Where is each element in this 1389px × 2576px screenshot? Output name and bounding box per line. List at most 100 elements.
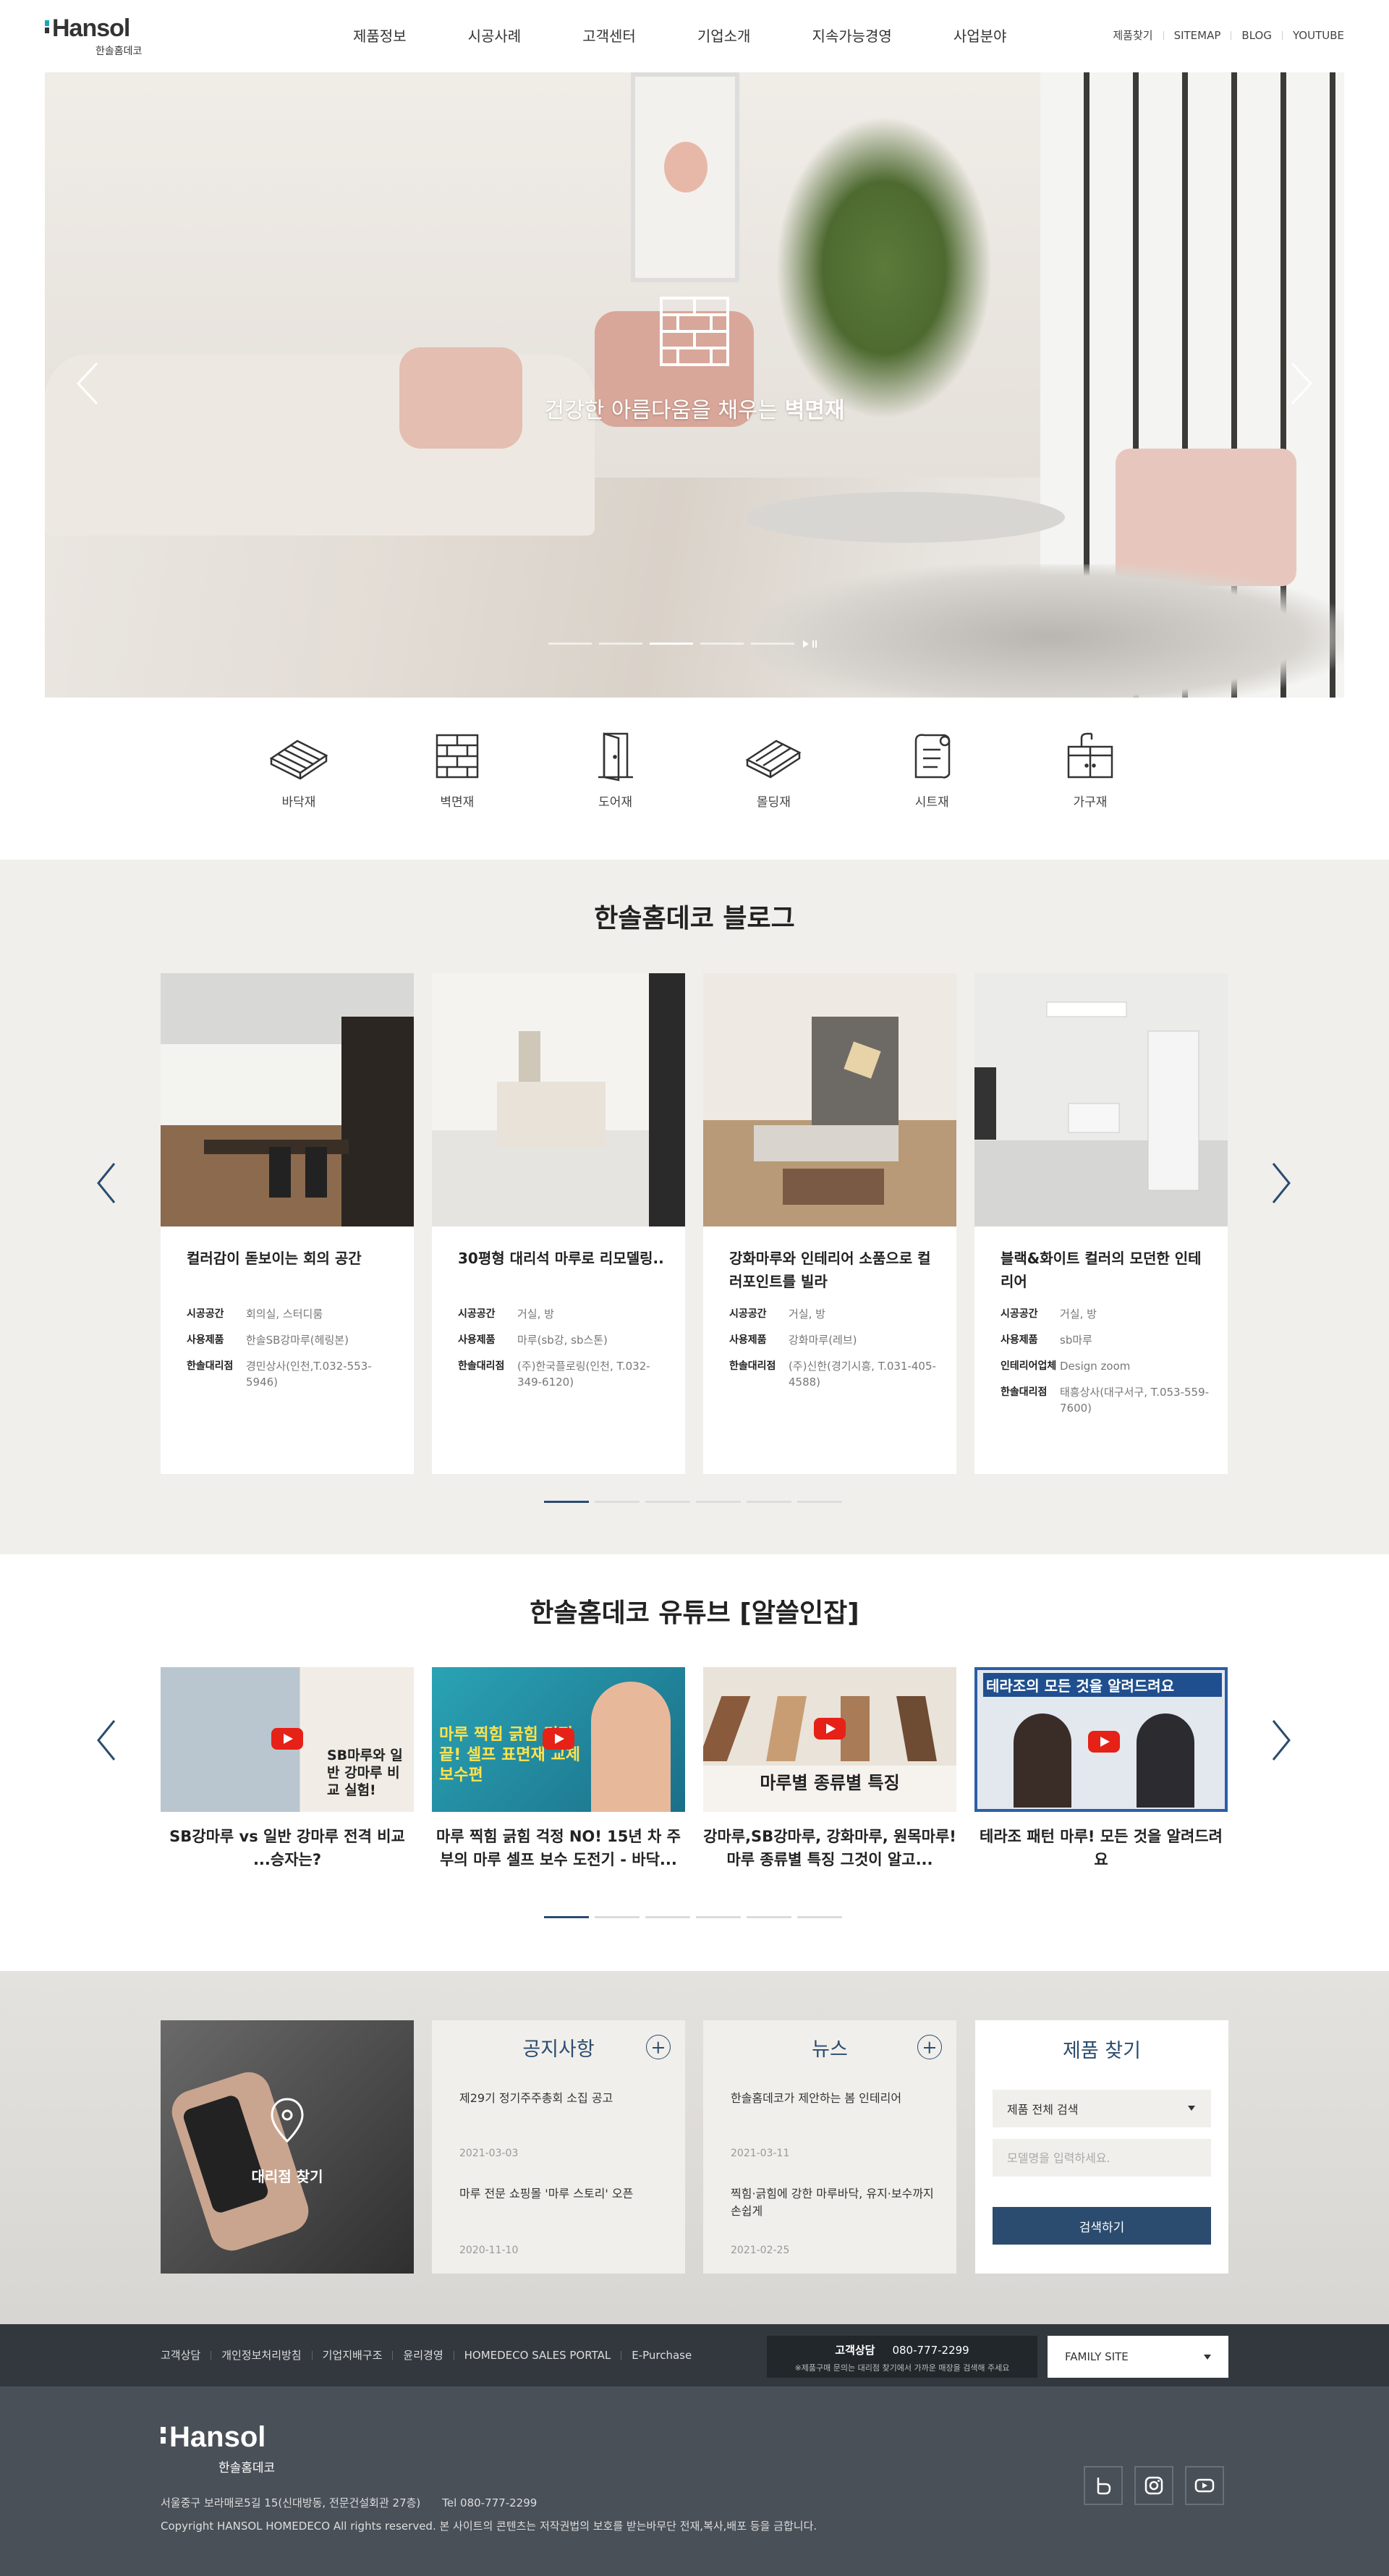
thumb-text: 마루별 종류별 특징: [760, 1773, 900, 1793]
category-door[interactable]: 도어재: [579, 731, 652, 810]
category-sheet[interactable]: 시트재: [896, 731, 968, 810]
category-wall[interactable]: 벽면재: [421, 731, 493, 810]
hero-dot[interactable]: [700, 642, 744, 645]
notice-item[interactable]: 제29기 정기주주총회 소집 공고 2021-03-03: [459, 2090, 669, 2162]
instagram-icon[interactable]: [1134, 2466, 1173, 2505]
blog-card-meta: 한솔대리점 태흥상사(대구서구, T.053-559-7600): [1001, 1384, 1210, 1416]
notice-item[interactable]: 마루 전문 쇼핑몰 '마루 스토리' 오픈 2020-11-10: [459, 2185, 669, 2258]
product-category-select[interactable]: 제품 전체 검색: [993, 2090, 1211, 2127]
hero-prev-arrow[interactable]: [67, 355, 110, 412]
blog-card-meta: 한솔대리점 경민상사(인천,T.032-553-5946): [187, 1358, 396, 1390]
video-card[interactable]: 마루 찍힘 긁힘 걱정 끝! 셀프 표면재 교체 보수편 마루 찍힘 긁힘 걱정…: [432, 1667, 685, 1871]
news-item[interactable]: 찍힘·긁힘에 강한 마루바닥, 유지·보수까지 손쉽게 2021-02-25: [731, 2185, 940, 2258]
meta-value: 한솔SB강마루(헤링본): [246, 1334, 349, 1347]
util-find-product[interactable]: 제품찾기: [1113, 27, 1152, 43]
footer-link-epurchase[interactable]: E-Purchase: [632, 2349, 692, 2362]
meta-key: 인테리어업체: [1001, 1360, 1057, 1372]
pager-dot[interactable]: [645, 1916, 690, 1918]
youtube-play-icon: [1088, 1731, 1120, 1753]
youtube-pagination: [544, 1916, 842, 1918]
util-blog[interactable]: BLOG: [1241, 29, 1272, 42]
divider: [1281, 30, 1283, 40]
notice-more-plus-icon[interactable]: [646, 2035, 671, 2059]
news-panel: 뉴스 한솔홈데코가 제안하는 봄 인테리어 2021-03-11 찍힘·긁힘에 …: [703, 2020, 956, 2274]
pause-icon[interactable]: [802, 638, 819, 648]
youtube-next-arrow[interactable]: [1266, 1715, 1295, 1766]
family-site-select[interactable]: FAMILY SITE: [1048, 2336, 1228, 2378]
nav-item-cases[interactable]: 시공사례: [468, 25, 522, 46]
category-flooring[interactable]: 바닥재: [263, 731, 335, 810]
notice-panel: 공지사항 제29기 정기주주총회 소집 공고 2021-03-03 마루 전문 …: [432, 2020, 685, 2274]
news-item[interactable]: 한솔홈데코가 제안하는 봄 인테리어 2021-03-11: [731, 2090, 940, 2162]
cs-label: 고객상담: [835, 2344, 875, 2357]
hansol-logo[interactable]: Hansol 한솔홈데코: [45, 14, 153, 59]
blog-card-meta: 사용제품 sb마루: [1001, 1332, 1210, 1348]
blog-next-arrow[interactable]: [1266, 1158, 1295, 1208]
search-button[interactable]: 검색하기: [993, 2207, 1211, 2245]
hero-plant: [776, 116, 993, 420]
utility-nav: 제품찾기 SITEMAP BLOG YOUTUBE: [1113, 27, 1344, 43]
blog-card[interactable]: 강화마루와 인테리어 소품으로 컬러포인트를 빌라 시공공간 거실, 방 사용제품…: [703, 973, 956, 1474]
hero-dot-active[interactable]: [650, 642, 693, 645]
hero-next-arrow[interactable]: [1279, 355, 1322, 412]
blog-icon[interactable]: [1084, 2466, 1123, 2505]
blog-card[interactable]: 블랙&화이트 컬러의 모던한 인테리어 시공공간 거실, 방 사용제품 sb마루 인…: [974, 973, 1228, 1474]
meta-key: 사용제품: [187, 1334, 224, 1346]
agent-finder-card[interactable]: 대리점 찾기: [161, 2020, 414, 2274]
pager-dot[interactable]: [645, 1501, 690, 1503]
meta-key: 한솔대리점: [729, 1360, 776, 1372]
thumb-text: 테라조의 모든 것을 알려드려요: [983, 1673, 1222, 1697]
blog-prev-arrow[interactable]: [93, 1158, 122, 1208]
blog-card-image: [161, 973, 414, 1226]
nav-item-support[interactable]: 고객센터: [582, 25, 636, 46]
footer-links: 고객상담 개인정보처리방침 기업지배구조 윤리경영 HOMEDECO SALES…: [161, 2347, 692, 2363]
divider: [1163, 30, 1164, 40]
news-more-plus-icon[interactable]: [917, 2035, 942, 2059]
video-card[interactable]: 마루별 종류별 특징 강마루,SB강마루, 강화마루, 원목마루! 마루 종류별…: [703, 1667, 956, 1871]
chevron-left-icon: [76, 362, 98, 405]
footer-logo-sub: 한솔홈데코: [218, 2461, 276, 2475]
hero-dot[interactable]: [751, 642, 794, 645]
pager-dot[interactable]: [747, 1916, 791, 1918]
video-card[interactable]: SB마루와 일반 강마루 비교 실험! SB강마루 vs 일반 강마루 전격 비…: [161, 1667, 414, 1871]
meta-key: 사용제품: [458, 1334, 496, 1346]
chevron-right-icon: [1272, 1163, 1291, 1203]
footer-link-governance[interactable]: 기업지배구조: [323, 2347, 383, 2363]
news-item-title: 찍힘·긁힘에 강한 마루바닥, 유지·보수까지 손쉽게: [731, 2187, 934, 2218]
youtube-prev-arrow[interactable]: [93, 1715, 122, 1766]
footer-link-sales-portal[interactable]: HOMEDECO SALES PORTAL: [464, 2349, 611, 2362]
footer-link-ethics[interactable]: 윤리경영: [403, 2347, 443, 2363]
blog-card[interactable]: 컬러감이 돋보이는 회의 공간 시공공간 회의실, 스터디룸 사용제품 한솔SB강마…: [161, 973, 414, 1474]
util-youtube[interactable]: YOUTUBE: [1293, 29, 1344, 42]
category-furniture[interactable]: 가구재: [1054, 731, 1126, 810]
product-categories: 바닥재 벽면재 도어재 몰딩재 시트재 가구재: [263, 731, 1126, 810]
category-molding[interactable]: 몰딩재: [737, 731, 810, 810]
pager-dot[interactable]: [696, 1916, 741, 1918]
youtube-icon[interactable]: [1185, 2466, 1224, 2505]
nav-item-products[interactable]: 제품정보: [353, 25, 407, 46]
footer-link-consult[interactable]: 고객상담: [161, 2347, 200, 2363]
model-name-input[interactable]: [993, 2139, 1211, 2177]
pager-dot[interactable]: [595, 1501, 640, 1503]
nav-item-sustainability[interactable]: 지속가능경영: [812, 25, 891, 46]
notice-item-title: 마루 전문 쇼핑몰 '마루 스토리' 오픈: [459, 2187, 634, 2200]
pager-dot[interactable]: [696, 1501, 741, 1503]
pager-dot[interactable]: [747, 1501, 791, 1503]
blog-card-meta: 사용제품 한솔SB강마루(헤링본): [187, 1332, 396, 1348]
pager-dot-active[interactable]: [544, 1501, 589, 1503]
video-card[interactable]: 테라조의 모든 것을 알려드려요 테라조 패턴 마루! 모든 것을 알려드려요: [974, 1667, 1228, 1871]
nav-item-business[interactable]: 사업분야: [953, 25, 1007, 46]
nav-item-company[interactable]: 기업소개: [697, 25, 751, 46]
pager-dot[interactable]: [797, 1501, 842, 1503]
hero-dot[interactable]: [548, 642, 592, 645]
pager-dot-active[interactable]: [544, 1916, 589, 1918]
util-sitemap[interactable]: SITEMAP: [1174, 29, 1221, 42]
pager-dot[interactable]: [797, 1916, 842, 1918]
thumb-person: [591, 1682, 671, 1812]
blog-card[interactable]: 30평형 대리석 마루로 리모델링.. 시공공간 거실, 방 사용제품 마루(sb강…: [432, 973, 685, 1474]
blog-card-meta: 시공공간 거실, 방: [1001, 1306, 1210, 1322]
footer-address: 서울중구 보라매로5길 15(신대방동, 전문건설회관 27층) Tel 080-…: [161, 2495, 558, 2510]
footer-link-privacy[interactable]: 개인정보처리방침: [221, 2347, 301, 2363]
pager-dot[interactable]: [595, 1916, 640, 1918]
hero-dot[interactable]: [599, 642, 642, 645]
